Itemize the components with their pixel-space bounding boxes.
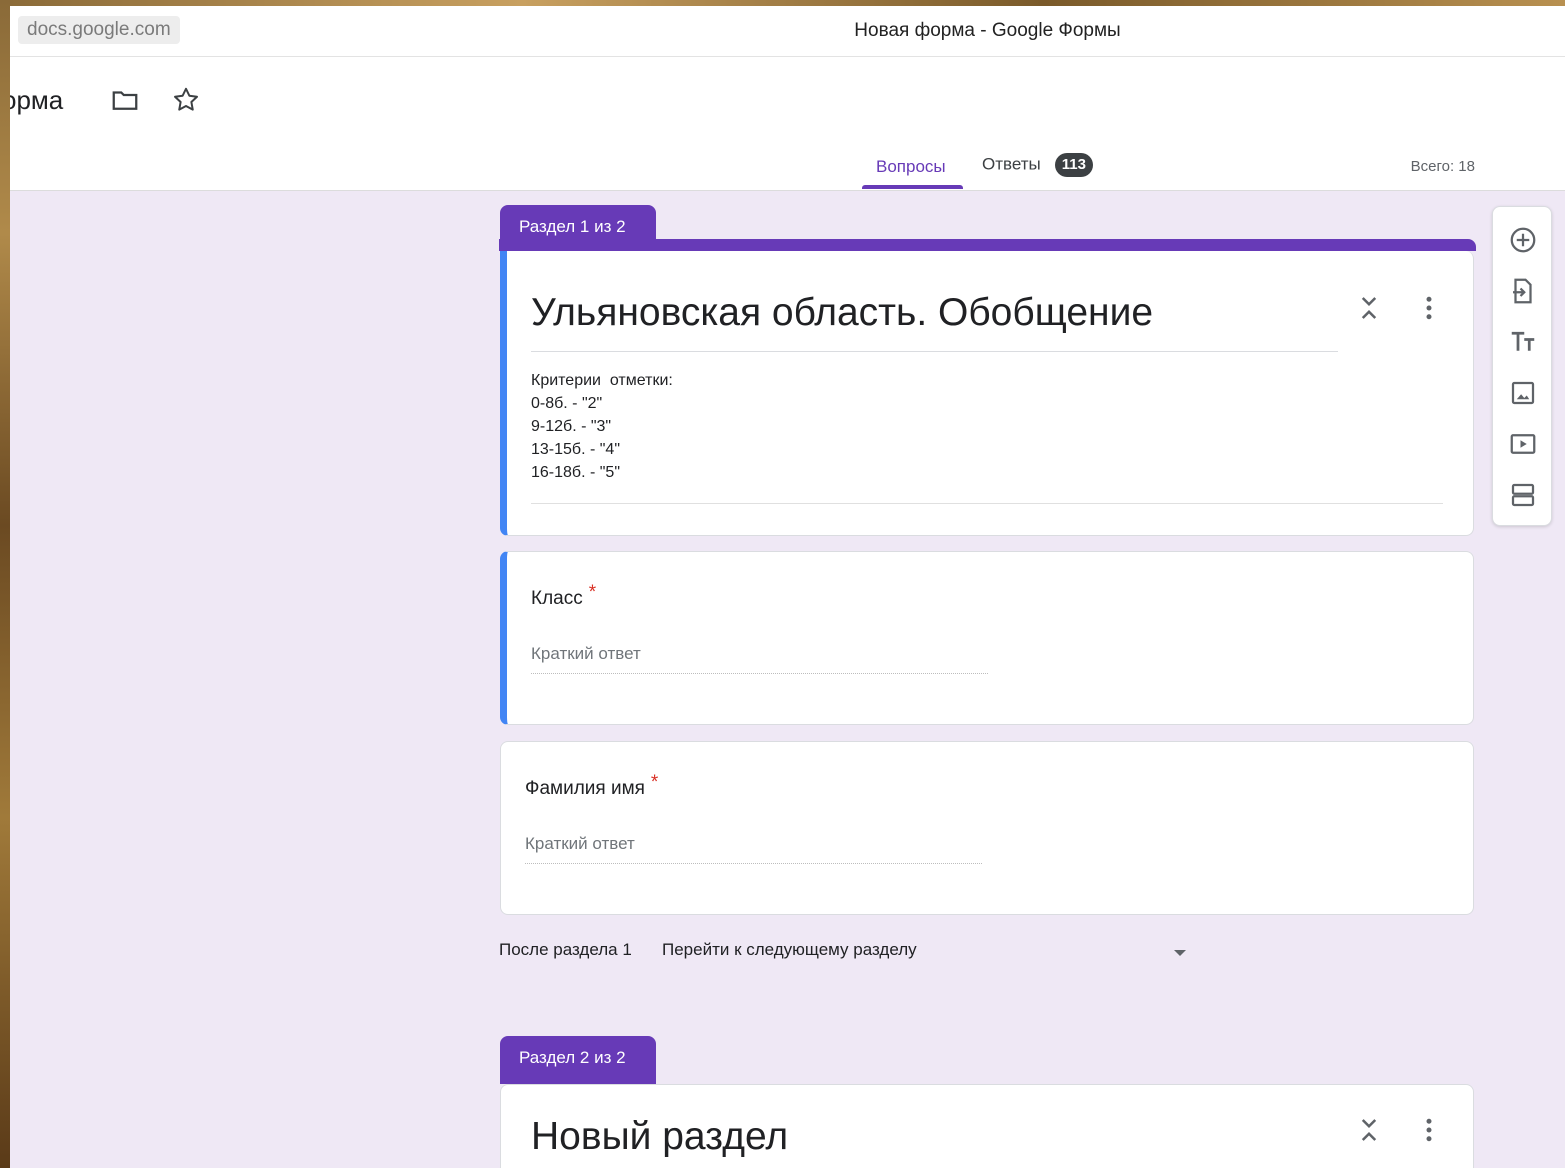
photo-frame-left xyxy=(0,0,10,1168)
section-1-header-card[interactable]: Ульяновская область. Обобщение Критерии … xyxy=(499,239,1476,536)
add-section-icon[interactable] xyxy=(1508,480,1538,510)
total-points: Всего: 18 xyxy=(1410,158,1475,175)
star-icon[interactable] xyxy=(171,85,201,115)
app-header: орма Вопросы Ответы 113 Всего: 18 xyxy=(10,57,1565,191)
after-section-select[interactable]: Перейти к следующему разделу xyxy=(662,940,917,960)
window-title: Новая форма - Google Формы xyxy=(854,20,1121,41)
section-accent-bar xyxy=(499,239,1476,251)
collapse-section-icon[interactable] xyxy=(1354,1115,1384,1145)
add-title-icon[interactable] xyxy=(1508,327,1538,357)
more-options-icon[interactable] xyxy=(1414,293,1444,323)
short-answer-field[interactable]: Краткий ответ xyxy=(531,644,988,674)
title-underline xyxy=(531,351,1338,352)
description-line: 0-8б. - "2" xyxy=(531,395,603,412)
question-card-name[interactable]: Фамилия имя * Краткий ответ xyxy=(500,741,1474,915)
question-title-text: Фамилия имя xyxy=(525,778,645,799)
folder-icon[interactable] xyxy=(110,85,140,115)
description-line: 13-15б. - "4" xyxy=(531,441,621,458)
question-card-class[interactable]: Класс * Краткий ответ xyxy=(500,551,1474,725)
doc-title[interactable]: орма xyxy=(10,85,63,116)
browser-window: docs.google.com Новая форма - Google Фор… xyxy=(10,6,1565,1168)
section-2-label: Раздел 2 из 2 xyxy=(500,1036,656,1084)
after-section-label: После раздела 1 xyxy=(499,940,632,959)
dropdown-arrow-icon[interactable] xyxy=(1172,947,1188,959)
description-underline xyxy=(531,503,1443,504)
collapse-section-icon[interactable] xyxy=(1354,293,1384,323)
import-questions-icon[interactable] xyxy=(1508,276,1538,306)
question-title-text: Класс xyxy=(531,588,583,609)
responses-count-badge: 113 xyxy=(1054,153,1093,177)
tab-questions[interactable]: Вопросы xyxy=(876,157,946,177)
required-marker: * xyxy=(588,582,597,603)
description-line: Критерии отметки: xyxy=(531,372,673,389)
title-bar: docs.google.com Новая форма - Google Фор… xyxy=(10,6,1565,57)
active-tab-indicator xyxy=(862,185,963,189)
question-title: Фамилия имя * xyxy=(525,772,658,800)
question-title: Класс * xyxy=(531,582,596,610)
required-marker: * xyxy=(650,772,659,793)
add-image-icon[interactable] xyxy=(1508,378,1538,408)
section-2-title[interactable]: Новый раздел xyxy=(531,1115,788,1159)
tab-responses[interactable]: Ответы 113 xyxy=(982,153,1093,177)
description-line: 16-18б. - "5" xyxy=(531,464,621,481)
form-description[interactable]: Критерии отметки: 0-8б. - "2" 9-12б. - "… xyxy=(531,369,673,484)
tab-responses-label: Ответы xyxy=(982,154,1041,174)
section-2-header-card[interactable]: Новый раздел xyxy=(500,1084,1474,1168)
floating-toolbar xyxy=(1492,206,1552,526)
add-video-icon[interactable] xyxy=(1508,429,1538,459)
add-question-icon[interactable] xyxy=(1508,225,1538,255)
description-line: 9-12б. - "3" xyxy=(531,418,612,435)
more-options-icon[interactable] xyxy=(1414,1115,1444,1145)
form-title[interactable]: Ульяновская область. Обобщение xyxy=(531,291,1153,335)
short-answer-field[interactable]: Краткий ответ xyxy=(525,834,982,864)
